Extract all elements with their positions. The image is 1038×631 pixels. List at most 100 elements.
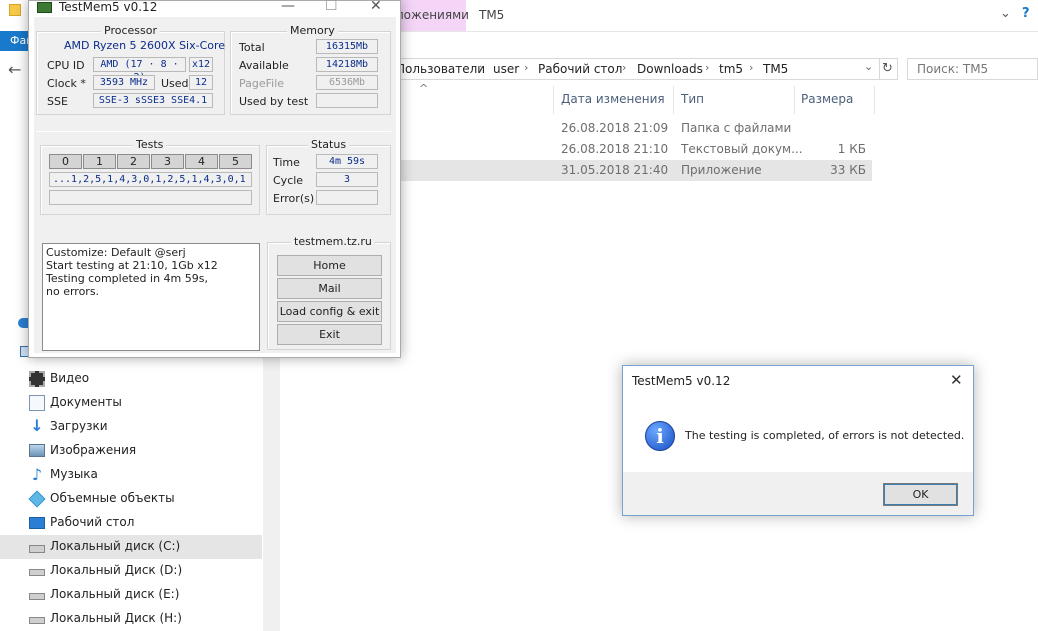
file-row[interactable]: 26.08.2018 21:09 Папка с файлами (392, 118, 872, 139)
expand-ribbon-icon[interactable]: ⌄ (1000, 6, 1011, 21)
ok-button[interactable]: OK (883, 483, 958, 506)
drive-icon (29, 593, 45, 600)
pagefile-label: PageFile (239, 77, 285, 90)
back-arrow-icon[interactable]: ← (8, 60, 21, 79)
column-divider[interactable] (874, 86, 875, 114)
log-line: Testing completed in 4m 59s, (46, 272, 208, 285)
ribbon-tab-tm5[interactable]: TM5 (479, 0, 504, 31)
cycle-value: 3 (316, 172, 378, 187)
search-input[interactable]: Поиск: TM5 (907, 58, 1038, 80)
group-title: testmem.tz.ru (291, 235, 375, 248)
used-label: Used (161, 77, 189, 90)
test-cell: 2 (117, 154, 150, 169)
clock-value: 3593 MHz (93, 75, 155, 90)
nav-item-label: Локальный Диск (H:) (50, 611, 182, 625)
breadcrumb-segment[interactable]: Пользователи (396, 62, 485, 76)
mail-button[interactable]: Mail (277, 278, 382, 299)
nav-item-drive-c[interactable]: Локальный диск (C:) (0, 535, 262, 559)
total-label: Total (239, 41, 265, 54)
errors-label: Error(s) (273, 192, 315, 205)
desktop-icon (29, 517, 45, 529)
nav-item-drive-e[interactable]: Локальный диск (E:) (0, 583, 262, 607)
chevron-down-icon[interactable]: ⌄ (864, 60, 873, 73)
address-bar[interactable]: Пользователи › user › Рабочий стол › Dow… (392, 58, 880, 80)
time-value: 4m 59s (316, 154, 378, 169)
documents-icon (29, 395, 45, 411)
window-title: TestMem5 v0.12 (59, 0, 158, 14)
close-icon[interactable]: ✕ (950, 371, 963, 389)
column-divider[interactable] (553, 86, 554, 114)
nav-item-drive-d[interactable]: Локальный Диск (D:) (0, 559, 262, 583)
time-label: Time (273, 156, 300, 169)
log-textarea[interactable]: Customize: Default @serj Start testing a… (42, 243, 260, 351)
breadcrumb-segment[interactable]: TM5 (763, 62, 788, 76)
chevron-right-icon[interactable]: › (705, 61, 709, 74)
nav-item-videos[interactable]: Видео (0, 367, 262, 391)
test-cell: 5 (219, 154, 252, 169)
nav-item-desktop[interactable]: Рабочий стол (0, 511, 262, 535)
nav-item-label: Локальный диск (C:) (50, 539, 181, 553)
sse-value: SSE-3 sSSE3 SSE4.1 (93, 93, 213, 108)
exit-button[interactable]: Exit (277, 324, 382, 345)
nav-item-documents[interactable]: Документы (0, 391, 262, 415)
nav-item-label: Музыка (50, 467, 98, 481)
nav-item-music[interactable]: ♪ Музыка (0, 463, 262, 487)
cpu-name: AMD Ryzen 5 2600X Six-Core (64, 39, 226, 52)
drive-icon (29, 569, 45, 576)
nav-item-3d-objects[interactable]: Объемные объекты (0, 487, 262, 511)
nav-item-label: Документы (50, 395, 122, 409)
nav-item-pictures[interactable]: Изображения (0, 439, 262, 463)
test-cell: 0 (49, 154, 82, 169)
nav-item-label: Локальный диск (E:) (50, 587, 180, 601)
nav-pane-scrollbar[interactable] (263, 340, 280, 631)
file-row[interactable]: 26.08.2018 21:10 Текстовый докум... 1 КБ (392, 139, 872, 160)
nav-item-label: Загрузки (50, 419, 108, 433)
dialog-message: The testing is completed, of errors is n… (685, 429, 965, 442)
total-value: 16315Mb (316, 39, 378, 54)
chevron-right-icon[interactable]: › (524, 61, 528, 74)
group-title: Status (308, 138, 350, 151)
nav-item-label: Видео (50, 371, 90, 385)
file-type: Текстовый докум... (681, 142, 803, 156)
chevron-right-icon[interactable]: › (749, 61, 753, 74)
help-icon[interactable]: ? (1022, 6, 1030, 21)
info-icon: i (645, 421, 675, 451)
load-config-exit-button[interactable]: Load config & exit (277, 301, 382, 322)
used-value: 12 (189, 75, 213, 90)
column-header-size[interactable]: Размера (801, 92, 853, 106)
breadcrumb-segment[interactable]: tm5 (719, 62, 743, 76)
close-icon[interactable]: ✕ (370, 0, 382, 14)
test-sequence: ...1,2,5,1,4,3,0,1,2,5,1,4,3,0,1 (49, 172, 252, 187)
ribbon-tab-manage[interactable]: ложениями (390, 0, 469, 31)
drive-icon (29, 545, 45, 553)
maximize-icon[interactable]: ☐ (325, 0, 338, 14)
breadcrumb-segment[interactable]: user (493, 62, 519, 76)
title-bar[interactable]: TestMem5 v0.12 — ☐ ✕ (29, 0, 400, 17)
chevron-right-icon[interactable]: › (622, 61, 626, 74)
available-value: 14218Mb (316, 57, 378, 72)
file-date: 26.08.2018 21:09 (561, 121, 669, 135)
column-header-date[interactable]: Дата изменения (561, 92, 665, 106)
home-button[interactable]: Home (277, 255, 382, 276)
chevron-right-icon[interactable]: › (479, 61, 483, 74)
refresh-icon[interactable]: ↻ (878, 58, 898, 80)
group-title: Tests (133, 138, 167, 151)
column-divider[interactable] (673, 86, 674, 114)
test-cell: 4 (185, 154, 218, 169)
available-label: Available (239, 59, 289, 72)
minimize-icon[interactable]: — (281, 0, 295, 14)
breadcrumb-segment[interactable]: Рабочий стол (538, 62, 622, 76)
message-dialog: TestMem5 v0.12 ✕ i The testing is comple… (622, 365, 974, 516)
music-icon: ♪ (31, 465, 43, 484)
column-header-type[interactable]: Тип (681, 92, 704, 106)
column-divider[interactable] (794, 86, 795, 114)
nav-item-drive-h[interactable]: Локальный Диск (H:) (0, 607, 262, 631)
file-row-selected[interactable]: 31.05.2018 21:40 Приложение 33 КБ (392, 160, 872, 181)
log-line: Start testing at 21:10, 1Gb x12 (46, 259, 218, 272)
pagefile-value: 6536Mb (316, 75, 378, 90)
log-line: Customize: Default @serj (46, 246, 186, 259)
cpuid-label: CPU ID (47, 59, 85, 72)
nav-item-downloads[interactable]: ↓ Загрузки (0, 415, 262, 439)
3d-objects-icon (28, 490, 46, 508)
breadcrumb-segment[interactable]: Downloads (637, 62, 703, 76)
